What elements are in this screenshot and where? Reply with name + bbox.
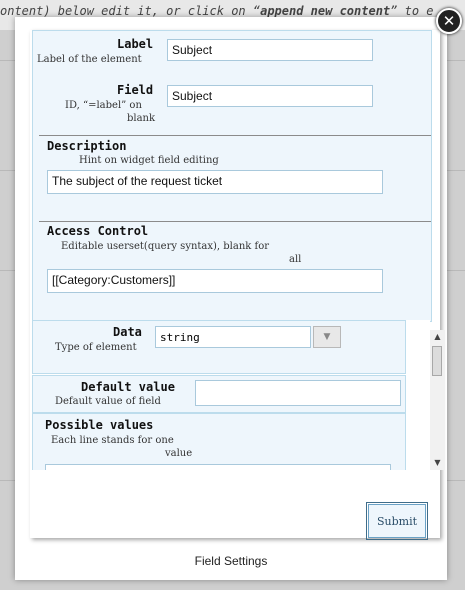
default-value-input[interactable] (195, 380, 401, 406)
background-text-bold: append new content (260, 4, 391, 18)
default-value-title: Default value (81, 380, 175, 394)
default-value-hint: Default value of field (55, 396, 161, 407)
label-hint: Label of the element (37, 54, 142, 65)
background-text-prefix: ontent) below edit it, or click on “ (0, 4, 261, 18)
background-text-suffix: ” to e (390, 4, 434, 18)
scroll-down-icon[interactable]: ▼ (430, 456, 445, 470)
field-settings-dialog: Label Label of the element Subject Field… (15, 17, 447, 580)
submit-button[interactable]: Submit (366, 502, 428, 540)
access-control-title: Access Control (47, 224, 149, 238)
label-title: Label (117, 37, 154, 51)
data-hint: Type of element (55, 342, 137, 353)
possible-values-hint-line2: value (165, 448, 193, 459)
data-title: Data (113, 325, 142, 339)
default-value-section: Default value Default value of field (32, 375, 406, 413)
field-hint-line2: blank (127, 113, 156, 124)
scrollable-form-section[interactable]: Data Type of element string ▼ Default va… (30, 320, 430, 470)
possible-values-textarea[interactable] (45, 464, 391, 470)
description-hint: Hint on widget field editing (79, 155, 219, 166)
section-divider (39, 135, 431, 136)
scrollbar-thumb[interactable] (432, 346, 442, 376)
field-title: Field (117, 83, 154, 97)
chevron-down-icon[interactable]: ▼ (313, 326, 341, 348)
possible-values-hint-line1: Each line stands for one (51, 435, 174, 446)
section-divider (39, 221, 431, 222)
access-control-hint-line2: all (289, 254, 302, 265)
field-input[interactable]: Subject (167, 85, 373, 107)
scroll-up-icon[interactable]: ▲ (430, 330, 445, 344)
form-upper-section: Label Label of the element Subject Field… (32, 30, 432, 322)
data-type-select[interactable]: string (155, 326, 311, 348)
description-title: Description (47, 139, 127, 153)
possible-values-title: Possible values (45, 418, 154, 432)
close-icon: ✕ (442, 12, 456, 30)
field-hint-line1: ID, “=label” on (65, 100, 142, 111)
access-control-hint-line1: Editable userset(query syntax), blank fo… (61, 241, 270, 252)
close-button[interactable]: ✕ (436, 8, 462, 34)
description-input[interactable]: The subject of the request ticket (47, 170, 383, 194)
access-control-input[interactable]: [[Category:Customers]] (47, 269, 383, 293)
vertical-scrollbar[interactable]: ▲ ▼ (430, 330, 445, 470)
dialog-content: Label Label of the element Subject Field… (30, 30, 445, 540)
data-type-section: Data Type of element string ▼ (32, 320, 406, 374)
possible-values-section: Possible values Each line stands for one… (32, 413, 406, 470)
dialog-title: Field Settings (194, 554, 268, 568)
label-input[interactable]: Subject (167, 39, 373, 61)
